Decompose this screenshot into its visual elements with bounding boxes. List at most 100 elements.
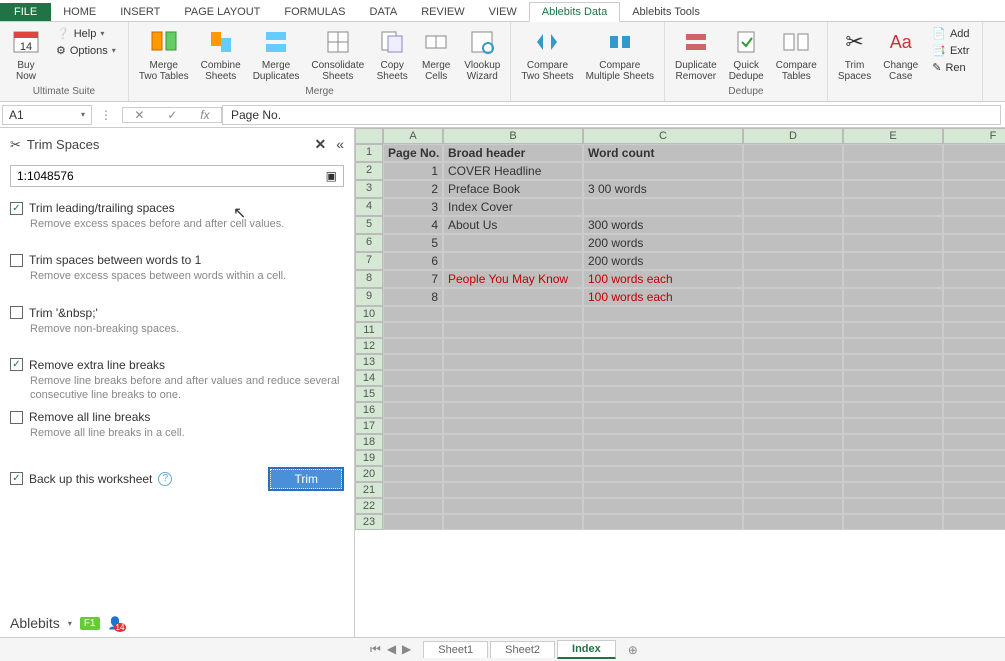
cell-E20[interactable] xyxy=(843,466,943,482)
cell-B4[interactable]: Index Cover xyxy=(443,198,583,216)
checkbox-backup[interactable]: ✓ xyxy=(10,472,23,485)
ren-button[interactable]: ✎Ren xyxy=(930,60,971,75)
cell-D3[interactable] xyxy=(743,180,843,198)
row-head-21[interactable]: 21 xyxy=(355,482,383,498)
cell-C15[interactable] xyxy=(583,386,743,402)
combine-sheets-button[interactable]: Combine Sheets xyxy=(195,24,247,84)
add-button[interactable]: 📄Add xyxy=(930,26,971,41)
col-head-A[interactable]: A xyxy=(383,128,443,144)
col-head-C[interactable]: C xyxy=(583,128,743,144)
select-all-corner[interactable] xyxy=(355,128,383,144)
cell-B3[interactable]: Preface Book xyxy=(443,180,583,198)
cell-C10[interactable] xyxy=(583,306,743,322)
cell-C12[interactable] xyxy=(583,338,743,354)
sheet-tab-1[interactable]: Sheet1 xyxy=(423,641,488,658)
cell-C5[interactable]: 300 words xyxy=(583,216,743,234)
cell-E22[interactable] xyxy=(843,498,943,514)
name-box[interactable]: A1▾ xyxy=(2,105,92,125)
cell-D1[interactable] xyxy=(743,144,843,162)
cell-D10[interactable] xyxy=(743,306,843,322)
cell-E6[interactable] xyxy=(843,234,943,252)
options-button[interactable]: ⚙Options▾ xyxy=(54,43,118,58)
cell-A19[interactable] xyxy=(383,450,443,466)
cell-A15[interactable] xyxy=(383,386,443,402)
cell-F21[interactable] xyxy=(943,482,1005,498)
cell-C1[interactable]: Word count xyxy=(583,144,743,162)
tab-formulas[interactable]: FORMULAS xyxy=(272,3,357,21)
tab-insert[interactable]: INSERT xyxy=(108,3,172,21)
cell-D5[interactable] xyxy=(743,216,843,234)
col-head-F[interactable]: F xyxy=(943,128,1005,144)
ablebits-label[interactable]: Ablebits xyxy=(10,615,60,631)
cell-B16[interactable] xyxy=(443,402,583,418)
cell-A22[interactable] xyxy=(383,498,443,514)
cell-F10[interactable] xyxy=(943,306,1005,322)
cell-C18[interactable] xyxy=(583,434,743,450)
cell-C23[interactable] xyxy=(583,514,743,530)
cell-A23[interactable] xyxy=(383,514,443,530)
cell-A11[interactable] xyxy=(383,322,443,338)
cell-E5[interactable] xyxy=(843,216,943,234)
cell-E23[interactable] xyxy=(843,514,943,530)
cell-C13[interactable] xyxy=(583,354,743,370)
row-head-19[interactable]: 19 xyxy=(355,450,383,466)
cell-D15[interactable] xyxy=(743,386,843,402)
cell-C9[interactable]: 100 words each xyxy=(583,288,743,306)
tab-view[interactable]: VIEW xyxy=(477,3,529,21)
duplicate-remover-button[interactable]: Duplicate Remover xyxy=(669,24,723,84)
cell-A2[interactable]: 1 xyxy=(383,162,443,180)
cell-B13[interactable] xyxy=(443,354,583,370)
cell-D14[interactable] xyxy=(743,370,843,386)
cell-D9[interactable] xyxy=(743,288,843,306)
cancel-icon[interactable]: ✕ xyxy=(134,108,144,122)
row-head-20[interactable]: 20 xyxy=(355,466,383,482)
cell-B6[interactable] xyxy=(443,234,583,252)
row-head-8[interactable]: 8 xyxy=(355,270,383,288)
row-head-23[interactable]: 23 xyxy=(355,514,383,530)
row-head-3[interactable]: 3 xyxy=(355,180,383,198)
cell-E1[interactable] xyxy=(843,144,943,162)
row-head-15[interactable]: 15 xyxy=(355,386,383,402)
cell-B15[interactable] xyxy=(443,386,583,402)
tab-page-layout[interactable]: PAGE LAYOUT xyxy=(172,3,272,21)
cell-B23[interactable] xyxy=(443,514,583,530)
cell-F9[interactable] xyxy=(943,288,1005,306)
row-head-4[interactable]: 4 xyxy=(355,198,383,216)
cell-C11[interactable] xyxy=(583,322,743,338)
cell-D11[interactable] xyxy=(743,322,843,338)
fx-icon[interactable]: fx xyxy=(200,108,209,122)
enter-icon[interactable]: ✓ xyxy=(167,108,177,122)
cell-C2[interactable] xyxy=(583,162,743,180)
close-icon[interactable]: ✕ xyxy=(314,136,326,153)
cell-B5[interactable]: About Us xyxy=(443,216,583,234)
row-head-9[interactable]: 9 xyxy=(355,288,383,306)
cell-A18[interactable] xyxy=(383,434,443,450)
extr-button[interactable]: 📑Extr xyxy=(930,43,971,58)
checkbox-leading-trailing[interactable]: ✓ xyxy=(10,202,23,215)
select-range-icon[interactable]: ▣ xyxy=(326,169,337,183)
tab-file[interactable]: FILE xyxy=(0,3,51,21)
cell-F7[interactable] xyxy=(943,252,1005,270)
col-head-B[interactable]: B xyxy=(443,128,583,144)
row-head-2[interactable]: 2 xyxy=(355,162,383,180)
cell-C16[interactable] xyxy=(583,402,743,418)
cell-C4[interactable] xyxy=(583,198,743,216)
cell-F13[interactable] xyxy=(943,354,1005,370)
cell-A6[interactable]: 5 xyxy=(383,234,443,252)
cell-B10[interactable] xyxy=(443,306,583,322)
change-case-button[interactable]: AaChange Case xyxy=(877,24,924,84)
cell-E17[interactable] xyxy=(843,418,943,434)
cell-E14[interactable] xyxy=(843,370,943,386)
cell-A7[interactable]: 6 xyxy=(383,252,443,270)
cell-C19[interactable] xyxy=(583,450,743,466)
cell-B8[interactable]: People You May Know xyxy=(443,270,583,288)
cell-F5[interactable] xyxy=(943,216,1005,234)
cell-A10[interactable] xyxy=(383,306,443,322)
cell-E3[interactable] xyxy=(843,180,943,198)
tab-data[interactable]: DATA xyxy=(358,3,410,21)
cell-A20[interactable] xyxy=(383,466,443,482)
cell-A17[interactable] xyxy=(383,418,443,434)
compare-multiple-sheets-button[interactable]: Compare Multiple Sheets xyxy=(580,24,660,84)
cell-D2[interactable] xyxy=(743,162,843,180)
cell-D22[interactable] xyxy=(743,498,843,514)
